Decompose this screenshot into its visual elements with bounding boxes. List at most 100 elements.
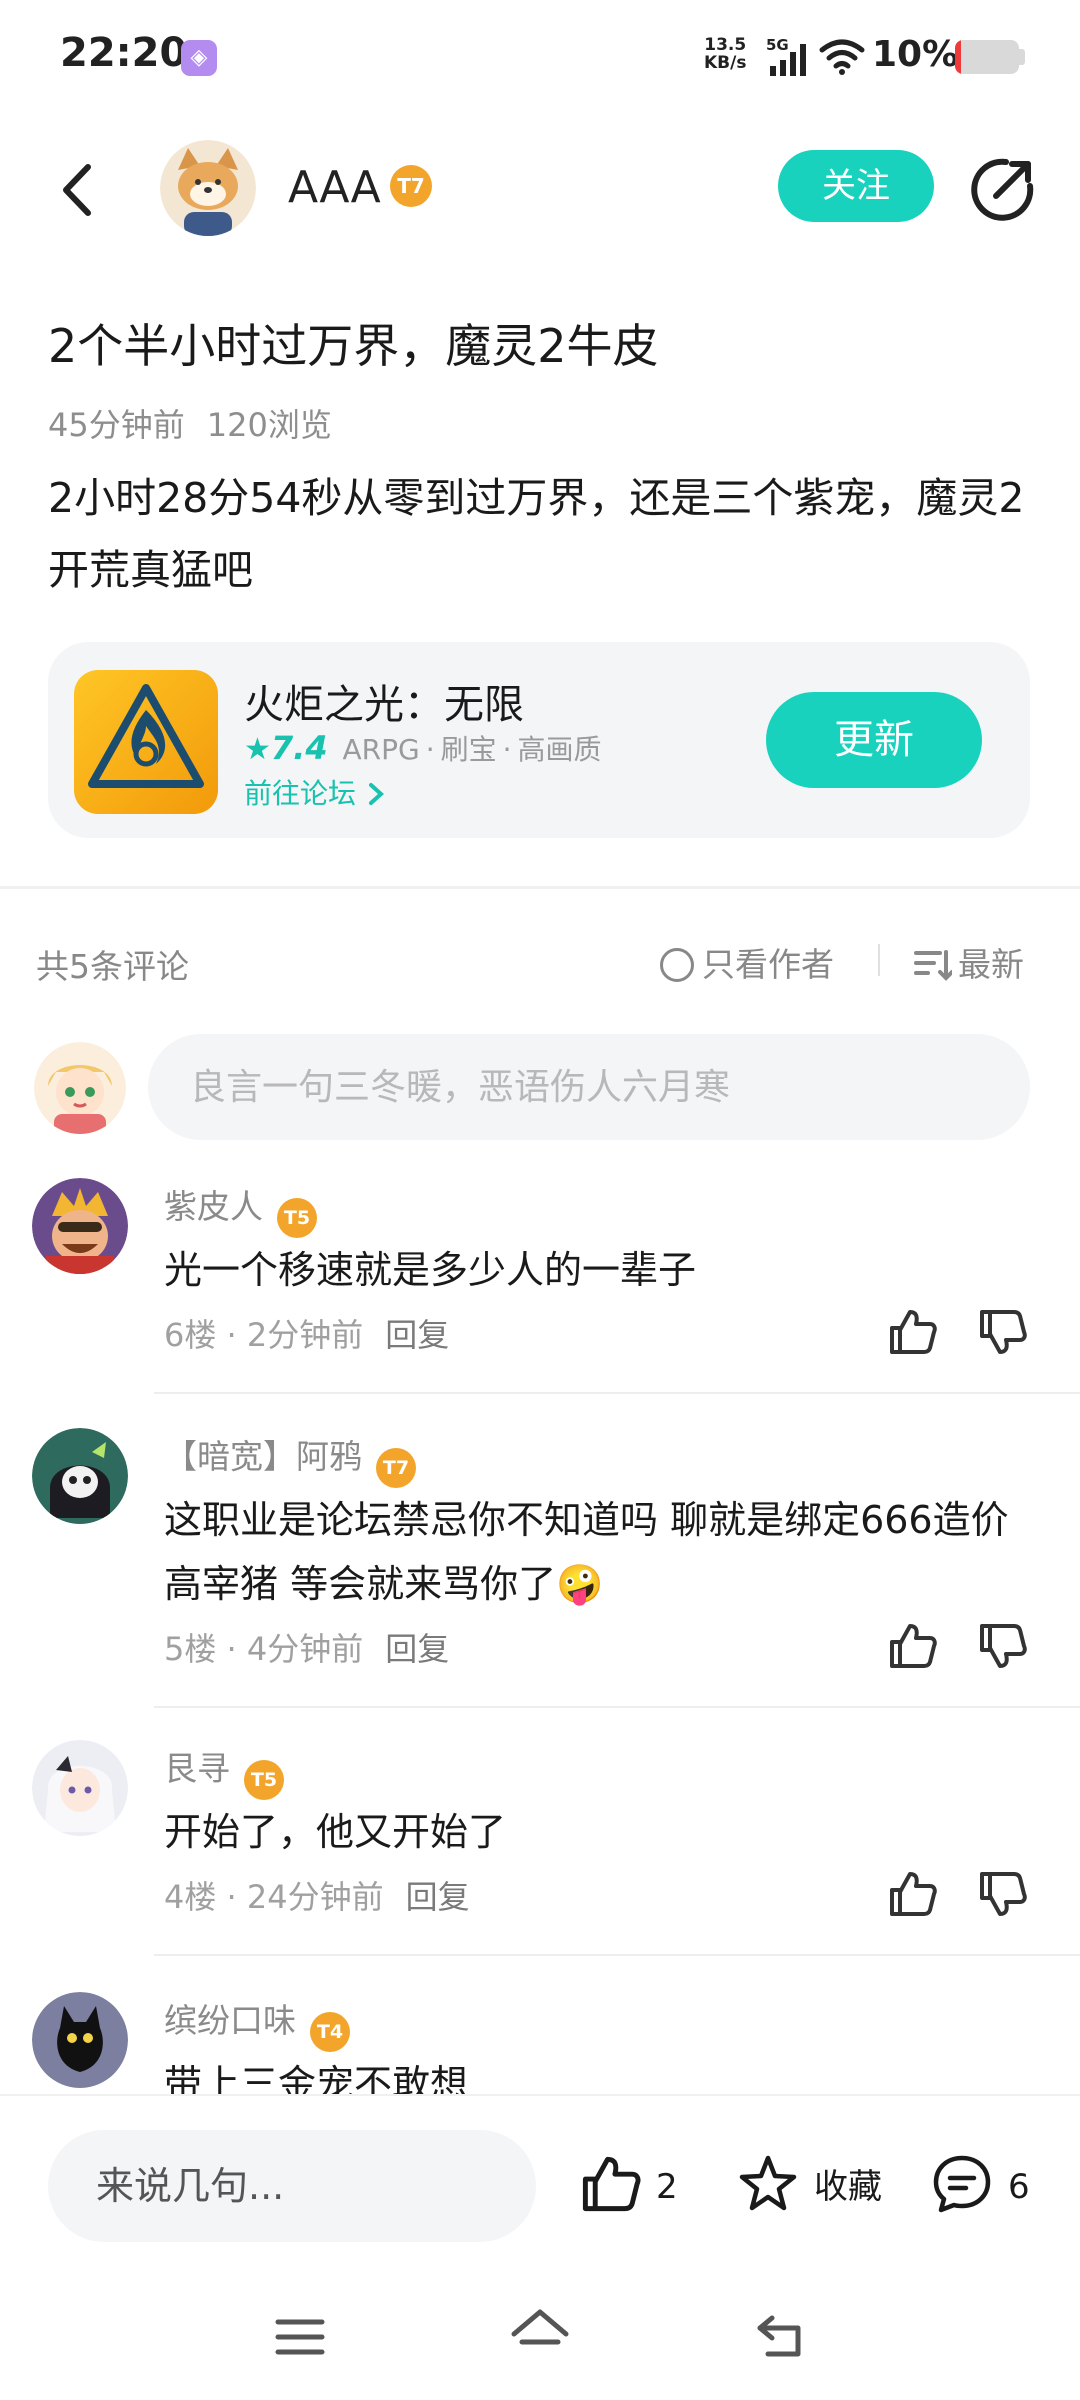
post-like-button[interactable]: 2 xyxy=(578,2152,678,2216)
comment-meta: 5楼 · 4分钟前 回复 xyxy=(164,1630,450,1668)
author-avatar[interactable] xyxy=(160,140,256,236)
game-tags: ARPG · 刷宝 · 高画质 xyxy=(342,733,602,766)
game-name[interactable]: 火炬之光：无限 xyxy=(244,672,524,730)
comment-text: 光一个移速就是多少人的一辈子 xyxy=(164,1248,697,1292)
network-speed: 13.5 KB/s xyxy=(704,35,747,73)
game-info: ★7.4 ARPG · 刷宝 · 高画质 xyxy=(244,728,602,768)
star-icon: ★ xyxy=(244,732,271,767)
level-badge: T5 xyxy=(277,1198,317,1238)
back-arrow-icon xyxy=(63,164,91,216)
game-rating: 7.4 xyxy=(270,729,328,767)
back-nav-icon xyxy=(757,2315,801,2357)
back-button[interactable] xyxy=(50,155,110,225)
comment-count[interactable]: 6 xyxy=(1008,2167,1030,2207)
menu-icon xyxy=(275,2319,325,2355)
author-name[interactable]: AAA xyxy=(288,162,381,213)
battery-icon xyxy=(955,40,1019,74)
level-badge: T5 xyxy=(244,1760,284,1800)
thumb-up-icon xyxy=(890,1310,937,1354)
commenter-name[interactable]: 【暗宽】阿鸦 T7 xyxy=(164,1430,416,1488)
comment-item: 艮寻 T5 开始了，他又开始了 4楼 · 24分钟前 回复 xyxy=(0,1740,1080,1970)
menu-nav-button[interactable] xyxy=(272,2312,328,2366)
author-level-badge: T7 xyxy=(390,165,432,207)
comment-item: 紫皮人 T5 光一个移速就是多少人的一辈子 6楼 · 2分钟前 回复 xyxy=(0,1178,1080,1408)
reply-button[interactable]: 回复 xyxy=(406,1878,470,1916)
comment-meta: 4楼 · 24分钟前 回复 xyxy=(164,1878,470,1916)
sort-button[interactable]: 最新 xyxy=(914,938,1024,986)
like-button[interactable] xyxy=(886,1620,938,1672)
comment-meta: 6楼 · 2分钟前 回复 xyxy=(164,1316,450,1354)
sort-separator xyxy=(878,944,880,976)
like-count[interactable]: 2 xyxy=(656,2167,678,2207)
like-button[interactable] xyxy=(886,1868,938,1920)
thumb-up-icon xyxy=(890,1872,937,1916)
thumb-up-icon xyxy=(582,2156,641,2212)
update-button[interactable]: 更新 xyxy=(766,692,982,788)
sort-icon xyxy=(914,950,954,981)
battery-fill xyxy=(955,40,962,74)
comments-button[interactable]: 6 xyxy=(930,2152,1030,2216)
level-badge: T7 xyxy=(376,1448,416,1488)
comment-text: 这职业是论坛禁忌你不知道吗 聊就是绑定666造价高宰猪 等会就来骂你了🤪 xyxy=(164,1498,1009,1606)
comment-item: 缤纷口味 T4 带上三金宠不敢想 xyxy=(0,1992,1080,2094)
bottom-action-bar: 来说几句... 2 收藏 6 xyxy=(0,2094,1080,2274)
comment-item: 【暗宽】阿鸦 T7 这职业是论坛禁忌你不知道吗 聊就是绑定666造价高宰猪 等会就… xyxy=(0,1428,1080,1718)
battery-cap xyxy=(1019,49,1025,65)
post-meta: 45分钟前 120浏览 xyxy=(48,400,332,446)
reply-button[interactable]: 回复 xyxy=(385,1630,449,1668)
share-icon xyxy=(971,158,1034,221)
favorite-button[interactable]: 收藏 xyxy=(736,2152,882,2216)
post-body: 2小时28分54秒从零到过万界，还是三个紫宠，魔灵2开荒真猛吧 xyxy=(48,474,1025,594)
status-bar: 22:20 ◈ 13.5 KB/s 5G 10% xyxy=(0,0,1080,110)
commenter-name[interactable]: 艮寻 T5 xyxy=(164,1742,284,1800)
signal-icon: 5G xyxy=(766,36,812,82)
thumb-down-icon xyxy=(980,1872,1027,1916)
commenter-avatar[interactable] xyxy=(32,1178,128,1274)
back-nav-button[interactable] xyxy=(752,2308,812,2368)
dislike-button[interactable] xyxy=(976,1306,1028,1358)
dislike-button[interactable] xyxy=(976,1620,1028,1672)
comment-divider xyxy=(154,1706,1080,1708)
commenter-avatar[interactable] xyxy=(32,1428,128,1524)
favorite-label[interactable]: 收藏 xyxy=(814,2167,882,2207)
thumb-down-icon xyxy=(980,1310,1027,1354)
status-time: 22:20 xyxy=(60,30,188,76)
reply-button[interactable]: 回复 xyxy=(385,1316,449,1354)
post-header: AAA T7 关注 xyxy=(0,120,1080,260)
comment-divider xyxy=(154,1392,1080,1394)
comments-count: 共5条评论 xyxy=(36,947,189,986)
section-divider xyxy=(0,886,1080,889)
comment-input[interactable] xyxy=(148,1034,1030,1140)
wifi-icon xyxy=(818,36,866,80)
commenter-name[interactable]: 缤纷口味 T4 xyxy=(164,1994,350,2052)
battery-percent: 10% xyxy=(872,34,959,75)
commenter-name[interactable]: 紫皮人 T5 xyxy=(164,1180,317,1238)
level-badge: T4 xyxy=(310,2012,350,2052)
home-nav-button[interactable] xyxy=(508,2306,572,2366)
home-icon xyxy=(511,2309,569,2345)
author-only-toggle[interactable]: 只看作者 xyxy=(660,938,834,986)
post-views: 120浏览 xyxy=(206,406,332,444)
commenter-avatar[interactable] xyxy=(32,1740,128,1836)
chat-bubble-icon xyxy=(933,2155,991,2213)
comment-divider xyxy=(154,1954,1080,1956)
game-icon[interactable] xyxy=(74,670,218,814)
dislike-button[interactable] xyxy=(976,1868,1028,1920)
share-button[interactable] xyxy=(966,154,1038,226)
my-avatar xyxy=(34,1042,126,1134)
game-card[interactable]: 火炬之光：无限 ★7.4 ARPG · 刷宝 · 高画质 前往论坛 更新 xyxy=(48,642,1030,838)
network-type: 5G xyxy=(766,36,789,54)
like-button[interactable] xyxy=(886,1306,938,1358)
system-navigation-bar xyxy=(0,2274,1080,2400)
post-time: 45分钟前 xyxy=(48,406,185,444)
follow-button[interactable]: 关注 xyxy=(778,150,934,222)
comment-text: 开始了，他又开始了 xyxy=(164,1810,507,1854)
comment-text: 带上三金宠不敢想 xyxy=(164,2062,469,2094)
comment-emoji: 🤪 xyxy=(556,1562,604,1606)
game-forum-link[interactable]: 前往论坛 xyxy=(244,772,387,812)
notification-app-icon: ◈ xyxy=(181,40,217,76)
thumb-up-icon xyxy=(890,1624,937,1668)
commenter-avatar[interactable] xyxy=(32,1992,128,2088)
radio-icon[interactable] xyxy=(660,948,694,982)
reply-input[interactable]: 来说几句... xyxy=(48,2130,536,2242)
